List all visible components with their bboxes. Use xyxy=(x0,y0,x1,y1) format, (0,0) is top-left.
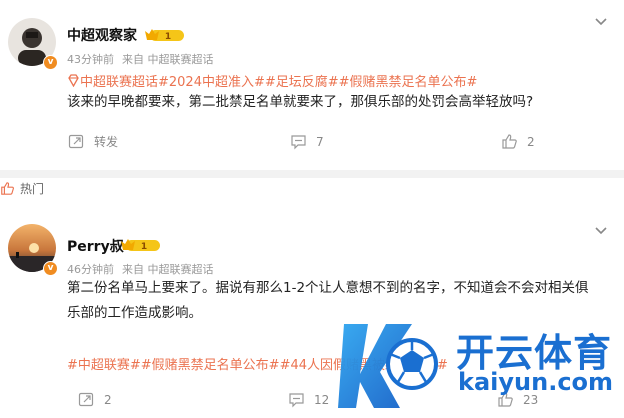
repost-button[interactable]: 2 xyxy=(78,391,112,408)
thumbs-up-icon xyxy=(1,182,14,195)
repost-count: 2 xyxy=(104,392,112,407)
chevron-down-icon[interactable] xyxy=(592,221,610,239)
repost-label: 转发 xyxy=(94,135,119,149)
comment-button[interactable]: 12 xyxy=(288,391,329,408)
comment-count: 12 xyxy=(314,392,330,407)
post-source[interactable]: 来自 中超联赛超话 xyxy=(122,51,214,67)
like-count: 2 xyxy=(527,134,535,149)
hot-label: 热门 xyxy=(20,182,45,196)
comment-count: 7 xyxy=(316,134,324,149)
repost-icon xyxy=(78,392,94,407)
comment-icon xyxy=(289,393,304,408)
like-button[interactable]: 2 xyxy=(501,133,535,150)
comment-icon xyxy=(291,135,306,150)
topic-tags-text[interactable]: 中超联赛超话#2024中超准入##足坛反腐##假赌黑禁足名单公布# xyxy=(80,75,477,90)
like-icon xyxy=(502,134,517,149)
post-time: 43分钟前 xyxy=(67,53,114,66)
level-badge: 1 xyxy=(144,28,186,43)
repost-button[interactable]: 转发 xyxy=(68,133,118,150)
post-text-line-2: 乐部的工作造成影响。 xyxy=(67,305,202,321)
username[interactable]: Perry叔 xyxy=(67,236,124,256)
username[interactable]: 中超观察家 xyxy=(67,25,137,45)
hot-section-header: 热门 xyxy=(0,180,44,197)
topic-tags[interactable]: 中超联赛超话#2024中超准入##足坛反腐##假赌黑禁足名单公布# xyxy=(67,71,477,90)
post-card-1: v 中超观察家 1 43分钟前 来自 中超联赛超话 中超联赛超话#2024中超准… xyxy=(0,0,624,170)
post-text-line-1: 第二份名单马上要来了。据说有那么1-2个让人意想不到的名字，不知道会不会对相关俱 xyxy=(67,280,589,296)
svg-text:1: 1 xyxy=(165,32,171,42)
repost-icon xyxy=(68,134,84,149)
verified-icon: v xyxy=(43,55,58,70)
post-text: 该来的早晚都要来，第二批禁足名单就要来了，那俱乐部的处罚会高举轻放吗? xyxy=(67,94,534,110)
section-divider xyxy=(0,170,624,178)
super-topic-icon xyxy=(68,74,79,88)
level-badge: 1 xyxy=(120,238,162,253)
brand-watermark: 开云体育 kaiyun.com xyxy=(338,312,624,414)
chevron-down-icon[interactable] xyxy=(592,12,610,30)
comment-button[interactable]: 7 xyxy=(290,133,324,150)
svg-text:1: 1 xyxy=(141,242,147,252)
brand-domain: kaiyun.com xyxy=(458,368,614,396)
verified-icon: v xyxy=(43,261,58,276)
